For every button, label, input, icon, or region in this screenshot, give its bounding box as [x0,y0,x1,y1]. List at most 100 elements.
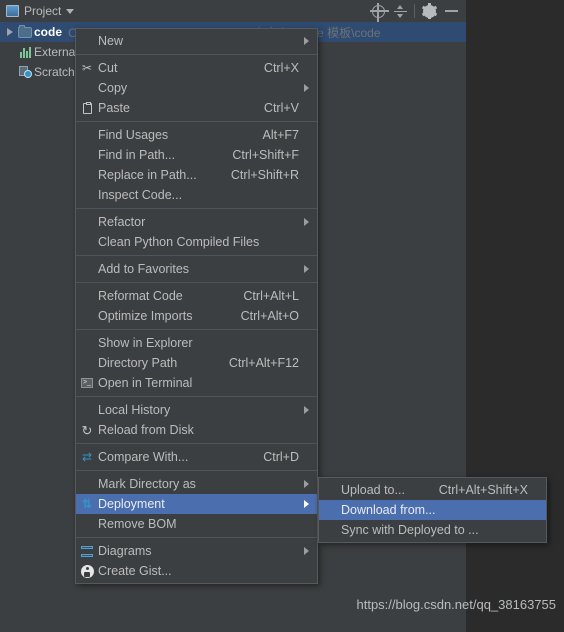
menu-item-label: Compare With... [98,450,189,464]
menu-item-paste[interactable]: Paste Ctrl+V [76,98,317,118]
menu-item-open-in-terminal[interactable]: >_ Open in Terminal [76,373,317,393]
menu-item-create-gist[interactable]: Create Gist... [76,561,317,581]
tree-item-label: code [34,25,63,39]
menu-item-remove-bom[interactable]: Remove BOM [76,514,317,534]
submenu-arrow-icon [299,218,313,226]
menu-item-label: Diagrams [98,544,152,558]
terminal-icon: >_ [76,378,98,388]
folder-icon [16,24,34,38]
menu-item-refactor[interactable]: Refactor [76,212,317,232]
reload-icon: ↻ [81,422,93,438]
deployment-icon: ⇅ [81,497,93,511]
menu-item-local-history[interactable]: Local History [76,400,317,420]
libraries-icon [16,46,34,58]
menu-item-add-to-favorites[interactable]: Add to Favorites [76,259,317,279]
menu-item-label: Inspect Code... [98,188,183,202]
context-menu: New ✂ Cut Ctrl+X Copy Paste Ctrl+V Find … [75,28,318,584]
menu-item-diagrams[interactable]: Diagrams [76,541,317,561]
menu-separator [76,537,317,538]
settings-gear-icon[interactable] [418,1,440,21]
scissors-icon: ✂ [81,61,93,75]
locate-icon[interactable] [367,1,389,22]
menu-item-label: New [98,34,124,48]
menu-item-label: Replace in Path... [98,168,197,182]
menu-item-label: Cut [98,61,118,75]
toolbar-divider [414,4,415,18]
submenu-item-label: Sync with Deployed to ... [341,523,479,537]
menu-separator [76,282,317,283]
project-window-toolbar [367,1,466,22]
menu-item-shortcut: Ctrl+Shift+R [230,168,299,182]
menu-item-label: Open in Terminal [98,376,193,390]
submenu-item-label: Download from... [341,503,436,517]
menu-item-label: Add to Favorites [98,262,190,276]
submenu-arrow-icon [299,547,313,555]
submenu-item-sync-with-deployed-to[interactable]: Sync with Deployed to ... [319,520,546,540]
menu-item-find-in-path[interactable]: Find in Path... Ctrl+Shift+F [76,145,317,165]
menu-item-find-usages[interactable]: Find Usages Alt+F7 [76,125,317,145]
compare-icon: ⇄ [81,450,93,464]
menu-item-shortcut: Ctrl+V [263,101,299,115]
menu-item-reload-from-disk[interactable]: ↻ Reload from Disk [76,420,317,440]
project-window-title-group[interactable]: Project [0,4,75,18]
menu-item-cut[interactable]: ✂ Cut Ctrl+X [76,58,317,78]
submenu-item-label: Upload to... [341,483,405,497]
menu-item-reformat-code[interactable]: Reformat Code Ctrl+Alt+L [76,286,317,306]
diagrams-icon [76,545,98,557]
menu-item-clean-python-compiled-files[interactable]: Clean Python Compiled Files [76,232,317,252]
menu-item-shortcut: Ctrl+X [263,61,299,75]
menu-item-label: Deployment [98,497,165,511]
menu-item-copy[interactable]: Copy [76,78,317,98]
menu-separator [76,208,317,209]
project-window-header: Project [0,0,466,23]
menu-item-shortcut: Alt+F7 [262,128,299,142]
menu-item-inspect-code[interactable]: Inspect Code... [76,185,317,205]
menu-item-shortcut: Ctrl+Alt+F12 [228,356,299,370]
menu-separator [76,443,317,444]
ide-root: Project code C:\Users\BZYXTM1-C\Document… [0,0,564,632]
expand-arrow-icon[interactable] [4,28,16,36]
menu-separator [76,121,317,122]
menu-item-label: Reformat Code [98,289,183,303]
submenu-item-upload-to[interactable]: Upload to... Ctrl+Alt+Shift+X [319,480,546,500]
project-window-title: Project [24,4,62,18]
submenu-arrow-icon [299,84,313,92]
menu-item-label: Copy [98,81,128,95]
menu-separator [76,396,317,397]
menu-item-shortcut: Ctrl+Alt+L [243,289,299,303]
submenu-arrow-icon [299,265,313,273]
menu-item-new[interactable]: New [76,31,317,51]
menu-item-directory-path[interactable]: Directory Path Ctrl+Alt+F12 [76,353,317,373]
menu-item-deployment[interactable]: ⇅ Deployment [76,494,317,514]
chevron-down-icon[interactable] [66,8,75,14]
menu-item-shortcut: Ctrl+Alt+O [240,309,299,323]
menu-separator [76,54,317,55]
menu-item-show-in-explorer[interactable]: Show in Explorer [76,333,317,353]
menu-item-label: Paste [98,101,130,115]
menu-item-label: Optimize Imports [98,309,193,323]
menu-item-shortcut: Ctrl+Shift+F [232,148,299,162]
menu-item-label: Find Usages [98,128,169,142]
menu-separator [76,470,317,471]
menu-item-replace-in-path[interactable]: Replace in Path... Ctrl+Shift+R [76,165,317,185]
menu-item-optimize-imports[interactable]: Optimize Imports Ctrl+Alt+O [76,306,317,326]
scratches-icon [16,66,34,78]
hide-icon[interactable] [440,1,462,21]
submenu-arrow-icon [299,500,313,508]
github-icon [76,564,98,578]
project-window-icon [6,5,19,17]
menu-item-mark-directory-as[interactable]: Mark Directory as [76,474,317,494]
menu-item-label: Mark Directory as [98,477,196,491]
submenu-item-download-from[interactable]: Download from... [319,500,546,520]
collapse-all-icon[interactable] [389,1,411,21]
menu-item-compare-with[interactable]: ⇄ Compare With... Ctrl+D [76,447,317,467]
menu-item-label: Show in Explorer [98,336,193,350]
menu-item-label: Directory Path [98,356,178,370]
clipboard-icon [76,101,98,114]
submenu-arrow-icon [299,406,313,414]
watermark-text: https://blog.csdn.net/qq_38163755 [356,597,557,612]
menu-separator [76,255,317,256]
menu-item-label: Create Gist... [98,564,172,578]
submenu-arrow-icon [299,480,313,488]
menu-item-label: Clean Python Compiled Files [98,235,260,249]
